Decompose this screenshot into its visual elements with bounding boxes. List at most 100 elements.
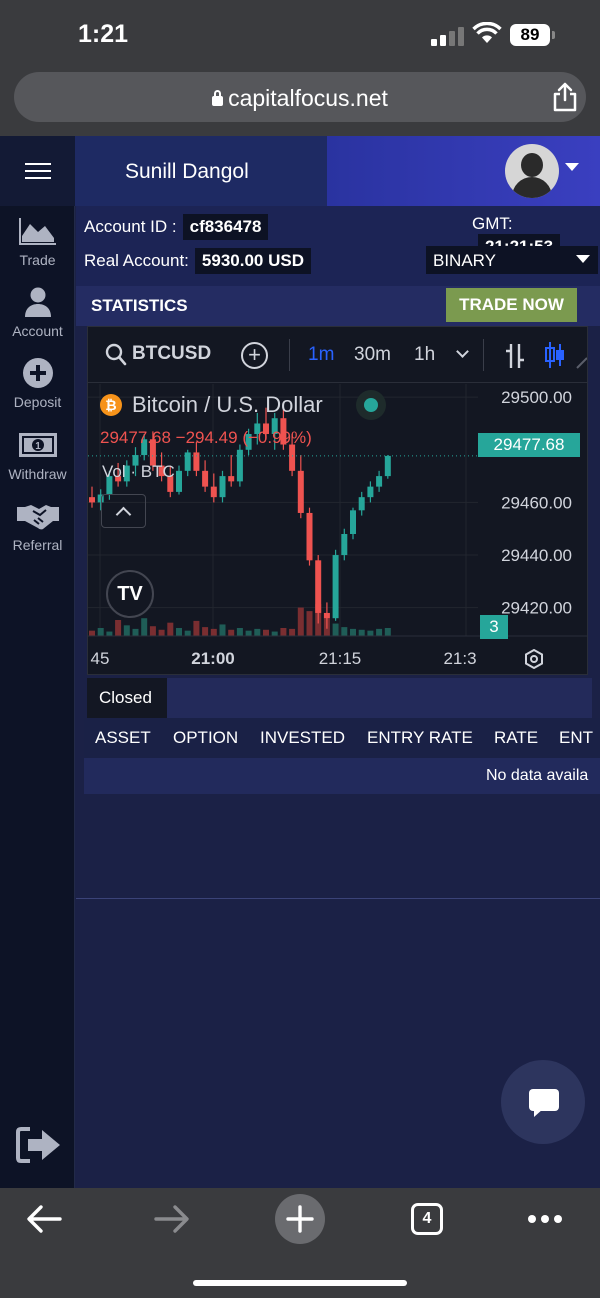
lock-icon — [212, 90, 224, 106]
bar-chart-type-icon[interactable] — [504, 342, 526, 370]
column-entry-rate[interactable]: ENTRY RATE — [367, 728, 473, 748]
tab-switcher-button[interactable]: 4 — [411, 1203, 443, 1235]
browser-address-bar: capitalfocus.net — [0, 66, 600, 136]
sidebar-item-referral[interactable]: Referral — [0, 499, 75, 553]
price-change-percent: (−0.99%) — [242, 428, 312, 447]
search-icon[interactable] — [105, 343, 127, 367]
avatar[interactable] — [505, 144, 559, 198]
sidebar-item-label: Trade — [19, 252, 56, 268]
column-rate[interactable]: RATE — [494, 728, 538, 748]
tradingview-chart[interactable]: BTCUSD + 1m 30m 1h 29500.00 29460.00 29440… — [87, 326, 588, 675]
candle-body — [219, 476, 226, 498]
column-option[interactable]: OPTION — [173, 728, 238, 748]
volume-bar — [141, 618, 148, 636]
candle-body — [289, 444, 296, 471]
volume-bar — [228, 629, 235, 636]
chevron-down-icon[interactable] — [456, 345, 469, 358]
volume-bar — [97, 628, 104, 636]
app-header: Sunill Dangol — [0, 136, 600, 206]
chart-toolbar: BTCUSD + 1m 30m 1h — [88, 327, 588, 383]
share-icon[interactable] — [552, 82, 578, 112]
sidebar-item-label: Withdraw — [8, 466, 67, 482]
y-tick-label: 29500.00 — [501, 388, 572, 407]
browser-toolbar: 4 — [0, 1188, 600, 1298]
chart-area-icon — [18, 218, 56, 245]
sidebar-item-account[interactable]: Account — [0, 285, 75, 339]
account-id-value: cf836478 — [182, 214, 269, 240]
chart-title: Bitcoin / U.S. Dollar — [132, 392, 323, 417]
candle-body — [228, 476, 235, 482]
volume-bar — [280, 628, 287, 636]
volume-bar — [132, 628, 139, 636]
candle-chart-type-icon[interactable] — [544, 340, 566, 370]
divider — [76, 898, 600, 899]
plus-icon — [286, 1205, 314, 1233]
column-invested[interactable]: INVESTED — [260, 728, 345, 748]
menu-toggle-button[interactable] — [0, 136, 75, 206]
statistics-title: STATISTICS — [91, 296, 188, 315]
ohlc-legend: 29477.68 −294.49 (−0.99%) — [100, 428, 312, 448]
interval-1m[interactable]: 1m — [308, 344, 334, 366]
sidebar-item-deposit[interactable]: Deposit — [0, 356, 75, 410]
symbol-search[interactable]: BTCUSD — [132, 343, 211, 365]
candle-body — [332, 555, 339, 619]
mode-select-value: BINARY — [433, 251, 496, 270]
volume-bar — [123, 625, 130, 636]
volume-bar — [245, 630, 252, 636]
new-tab-button[interactable] — [275, 1194, 325, 1244]
price-change-value: −294.49 — [175, 428, 238, 447]
settings-icon[interactable] — [524, 649, 544, 669]
candle-body — [315, 560, 322, 613]
back-arrow-icon[interactable] — [26, 1204, 62, 1234]
real-account-label: Real Account: — [84, 251, 189, 270]
tradingview-logo[interactable]: TV — [106, 570, 154, 618]
trade-now-button[interactable]: TRADE NOW — [446, 288, 577, 322]
user-panel: Sunill Dangol — [75, 136, 327, 206]
candle-body — [89, 497, 95, 503]
mode-select[interactable]: BINARY — [426, 246, 598, 274]
collapse-legend-button[interactable] — [101, 494, 146, 528]
candle-body — [210, 486, 217, 498]
volume-bar — [271, 631, 278, 636]
url-text: capitalfocus.net — [228, 85, 388, 111]
account-id-label: Account ID : — [84, 217, 177, 236]
clock-time: 1:21 — [78, 20, 129, 48]
sidebar-item-withdraw[interactable]: 1 Withdraw — [0, 428, 75, 482]
candle-body — [350, 510, 356, 534]
volume-bar — [236, 628, 243, 636]
statistics-bar: STATISTICS TRADE NOW — [76, 286, 600, 326]
more-options-icon[interactable] — [527, 1214, 563, 1224]
volume-bar — [350, 628, 356, 636]
y-tick-label: 29440.00 — [501, 546, 572, 565]
account-id-row: Account ID : cf836478 — [84, 214, 269, 240]
candle-body — [176, 470, 182, 492]
column-asset[interactable]: ASSET — [95, 728, 151, 748]
candle-body — [193, 452, 200, 471]
column-ent[interactable]: ENT — [559, 728, 593, 748]
volume-bar — [332, 623, 339, 636]
draw-tool-icon[interactable] — [576, 357, 588, 369]
sidebar-item-trade[interactable]: Trade — [0, 214, 75, 268]
volume-bar — [193, 620, 200, 636]
interval-30m[interactable]: 30m — [354, 344, 391, 366]
candle-body — [184, 452, 191, 471]
svg-text:1: 1 — [35, 441, 41, 452]
volume-bar — [158, 629, 165, 636]
compare-add-icon[interactable]: + — [241, 342, 268, 369]
volume-bar — [306, 611, 313, 636]
candle-body — [384, 455, 391, 477]
url-field[interactable]: capitalfocus.net — [14, 72, 586, 122]
logout-icon[interactable] — [16, 1126, 62, 1164]
x-tick-label: 21:15 — [319, 649, 362, 668]
volume-bar — [384, 628, 391, 636]
last-price-value: 29477.68 — [100, 428, 171, 447]
interval-1h[interactable]: 1h — [414, 344, 435, 366]
real-account-row: Real Account: 5930.00 USD — [84, 248, 311, 274]
user-icon — [24, 287, 51, 317]
y-tick-label: 29420.00 — [501, 599, 572, 618]
chat-button[interactable] — [501, 1060, 585, 1144]
caret-down-icon[interactable] — [565, 163, 579, 171]
forward-arrow-icon[interactable] — [154, 1204, 190, 1234]
tab-closed[interactable]: Closed — [87, 678, 167, 718]
volume-legend: Vol · BTC — [102, 462, 175, 481]
